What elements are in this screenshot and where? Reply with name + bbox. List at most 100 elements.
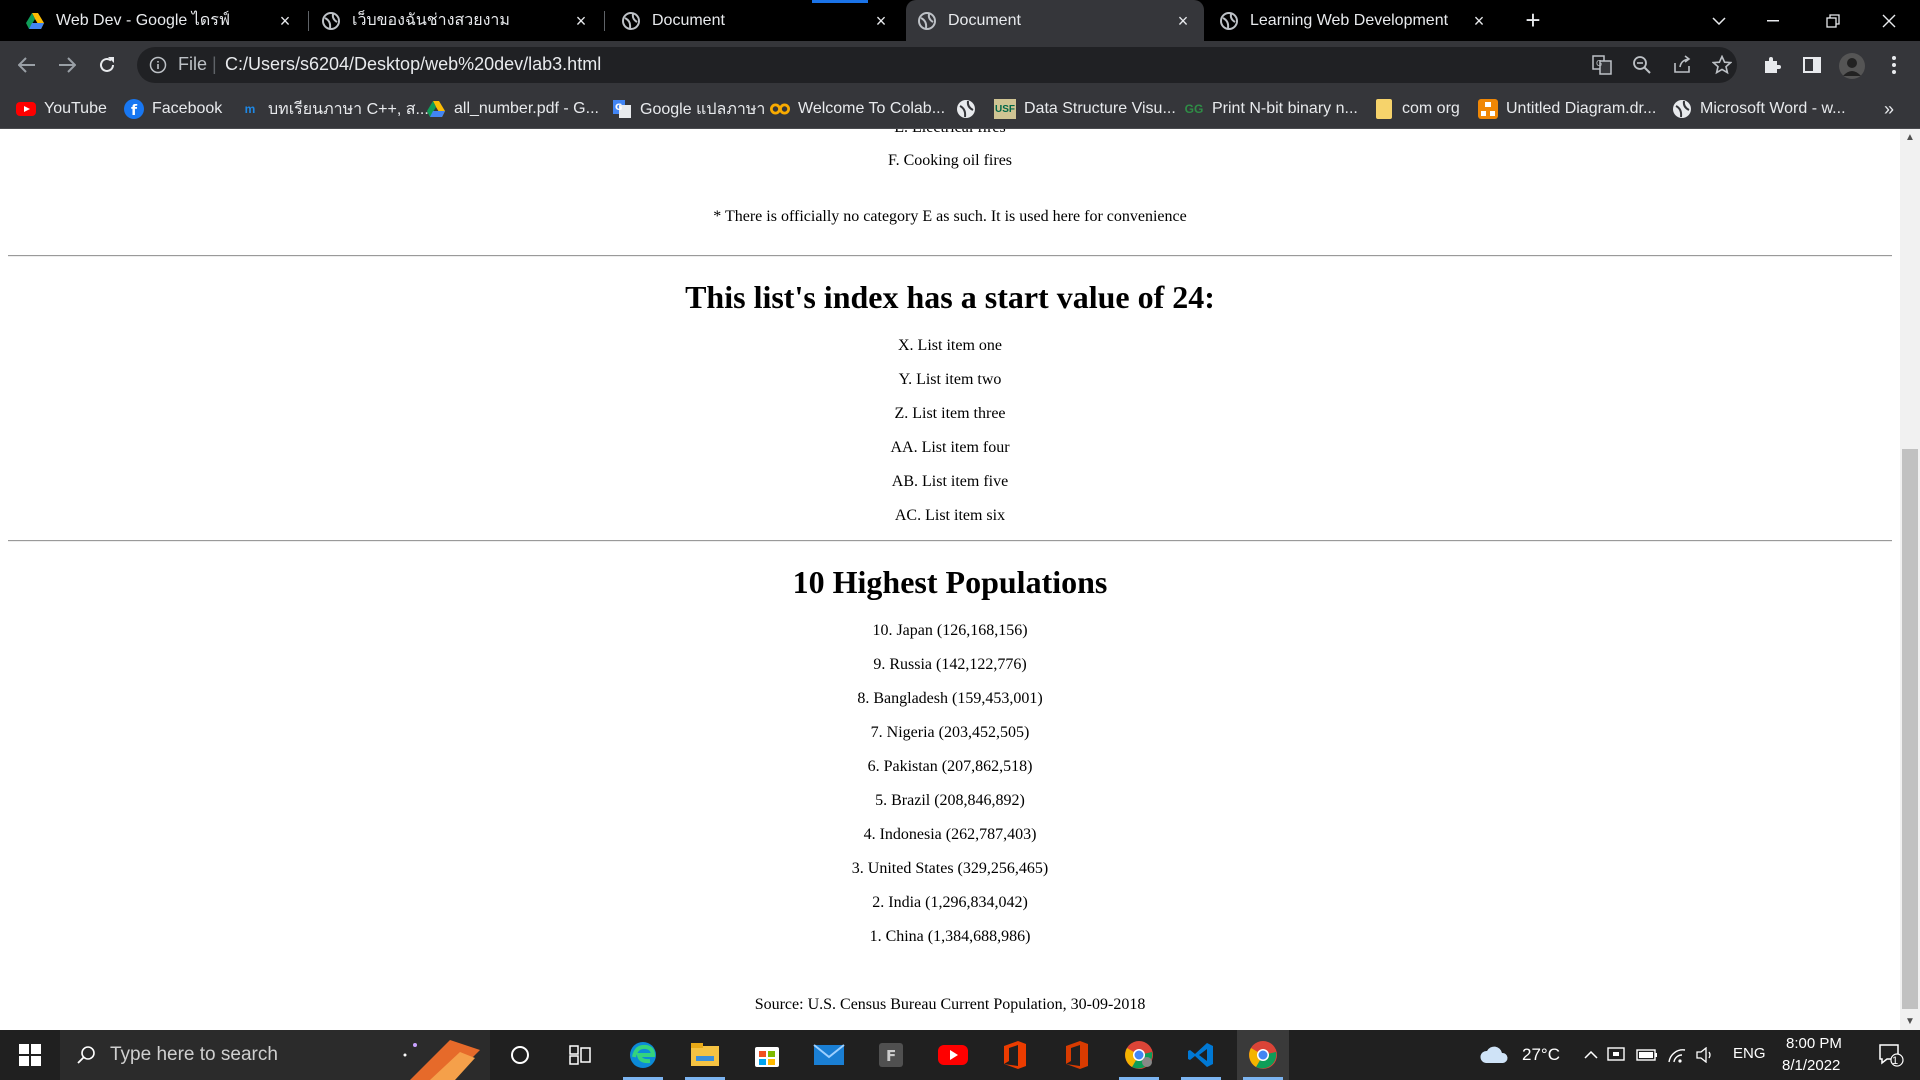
- task-view-button[interactable]: [494, 1030, 546, 1080]
- globe-icon: [956, 99, 976, 119]
- globe-icon: [918, 11, 936, 30]
- restore-button[interactable]: [1810, 0, 1856, 41]
- task-view-button-2[interactable]: [554, 1030, 606, 1080]
- bookmark-youtube[interactable]: YouTube: [16, 89, 107, 129]
- device-icon: [1607, 1047, 1625, 1061]
- list-item: 3. United States (329,256,465): [851, 860, 1049, 877]
- tab-search-button[interactable]: [1696, 0, 1742, 41]
- share-icon[interactable]: [1672, 55, 1692, 75]
- zoom-icon[interactable]: [1632, 55, 1652, 75]
- close-icon[interactable]: ×: [1470, 12, 1488, 30]
- bookmark-label: Facebook: [152, 100, 223, 117]
- clock-date[interactable]: 8/1/2022: [1782, 1057, 1840, 1074]
- close-icon[interactable]: ×: [572, 12, 590, 30]
- bookmark-all-number[interactable]: all_number.pdf - G...: [426, 89, 599, 129]
- bookmark-microsoft-word[interactable]: Microsoft Word - w...: [1672, 89, 1846, 129]
- avatar[interactable]: [1838, 52, 1866, 80]
- scrollbar-thumb[interactable]: [1902, 449, 1918, 1009]
- store-app[interactable]: [741, 1030, 793, 1080]
- bookmark-facebook[interactable]: f Facebook: [124, 89, 222, 129]
- list-item: 7. Nigeria (203,452,505): [870, 724, 1030, 741]
- volume[interactable]: [1692, 1030, 1718, 1080]
- tab-learning-web-dev[interactable]: Learning Web Development ×: [1208, 0, 1500, 41]
- app-f-icon: F: [879, 1043, 903, 1067]
- list-item: 6. Pakistan (207,862,518): [867, 758, 1033, 775]
- notification-center[interactable]: 1: [1866, 1030, 1916, 1080]
- page-scrollbar[interactable]: ▲ ▼: [1900, 129, 1920, 1030]
- tab-title: Document: [948, 11, 1021, 29]
- task-view-icon: [569, 1045, 591, 1065]
- close-icon[interactable]: ×: [1174, 12, 1192, 30]
- app-f[interactable]: F: [865, 1030, 917, 1080]
- bookmark-print-binary[interactable]: GG Print N-bit binary n...: [1184, 89, 1358, 129]
- show-hidden-icons[interactable]: [1580, 1030, 1602, 1080]
- file-explorer-app[interactable]: [679, 1030, 731, 1080]
- list-item: AB. List item five: [891, 473, 1009, 490]
- start-button[interactable]: [4, 1030, 56, 1080]
- office-alt-app[interactable]: [1051, 1030, 1103, 1080]
- info-icon[interactable]: [148, 55, 168, 75]
- scroll-up-icon[interactable]: ▲: [1900, 129, 1920, 146]
- tab-document-1[interactable]: Document ×: [610, 0, 902, 41]
- drawio-icon: [1478, 99, 1498, 119]
- bookmarks-bar: YouTube f Facebook m บทเรียนภาษา C++, ส.…: [0, 89, 1920, 129]
- reload-icon: [100, 57, 114, 72]
- bookmark-star-icon[interactable]: [1712, 55, 1732, 75]
- bookmarks-overflow-button[interactable]: »: [1884, 89, 1894, 129]
- address-url[interactable]: C:/Users/s6204/Desktop/web%20dev/lab3.ht…: [225, 54, 601, 75]
- weather-temp[interactable]: 27°C: [1522, 1045, 1560, 1065]
- google-translate-icon: G: [612, 99, 632, 119]
- menu-icon[interactable]: [1884, 55, 1904, 75]
- taskbar-search-box[interactable]: Type here to search: [60, 1030, 490, 1080]
- mail-app[interactable]: [803, 1030, 855, 1080]
- battery[interactable]: [1634, 1030, 1660, 1080]
- back-button[interactable]: [13, 51, 41, 79]
- edge-app[interactable]: [617, 1030, 669, 1080]
- office-app[interactable]: [989, 1030, 1041, 1080]
- scroll-down-icon[interactable]: ▼: [1900, 1013, 1920, 1030]
- list-item: 10. Japan (126,168,156): [872, 622, 1028, 639]
- language-indicator[interactable]: ENG: [1733, 1045, 1766, 1062]
- extensions-icon[interactable]: [1762, 55, 1782, 75]
- list-item: 1. China (1,384,688,986): [869, 928, 1031, 945]
- translate-icon[interactable]: G: [1592, 55, 1612, 75]
- edge-icon: [630, 1042, 656, 1068]
- bookmark-globe[interactable]: [956, 89, 984, 129]
- bookmark-marcuscode[interactable]: m บทเรียนภาษา C++, ส...: [240, 89, 429, 129]
- bookmark-label: all_number.pdf - G...: [454, 100, 599, 117]
- chrome-app[interactable]: [1113, 1030, 1165, 1080]
- bookmark-label: Google แปลภาษา: [640, 100, 766, 118]
- clock-time[interactable]: 8:00 PM: [1786, 1035, 1842, 1052]
- tab-title: Web Dev - Google ไดรฟ์: [56, 12, 231, 29]
- close-window-button[interactable]: [1866, 0, 1912, 41]
- speaker-icon: [1696, 1047, 1711, 1063]
- network[interactable]: [1664, 1030, 1690, 1080]
- youtube-icon: [16, 99, 36, 119]
- bookmark-label: com org: [1402, 100, 1460, 117]
- new-tab-button[interactable]: +: [1520, 7, 1546, 34]
- youtube-app[interactable]: [927, 1030, 979, 1080]
- bookmark-untitled-diagram[interactable]: Untitled Diagram.dr...: [1478, 89, 1656, 129]
- vscode-app[interactable]: [1175, 1030, 1227, 1080]
- cloud-icon: [1480, 1046, 1508, 1063]
- list-item: 9. Russia (142,122,776): [873, 656, 1027, 673]
- list-item: 2. India (1,296,834,042): [872, 894, 1028, 911]
- weather-widget[interactable]: [1476, 1030, 1512, 1080]
- bookmark-colab[interactable]: Welcome To Colab...: [770, 89, 945, 129]
- forward-button[interactable]: [53, 51, 81, 79]
- bookmark-data-structure[interactable]: USF Data Structure Visu...: [994, 89, 1176, 129]
- close-icon[interactable]: ×: [276, 12, 294, 30]
- bookmark-com-org[interactable]: com org: [1374, 89, 1460, 129]
- chrome-active-app[interactable]: [1237, 1030, 1289, 1080]
- close-icon[interactable]: ×: [872, 12, 890, 30]
- list-item: F. Cooking oil fires: [887, 152, 1013, 169]
- reload-button[interactable]: [93, 51, 121, 79]
- tab-web-dev-drive[interactable]: Web Dev - Google ไดรฟ์ ×: [14, 0, 306, 41]
- minimize-button[interactable]: [1750, 0, 1796, 41]
- bookmark-label: Microsoft Word - w...: [1700, 100, 1846, 117]
- tab-thai-site[interactable]: เว็บของฉันช่างสวยงาม ×: [310, 0, 602, 41]
- side-panel-icon[interactable]: [1802, 55, 1822, 75]
- tab-document-active[interactable]: Document ×: [906, 0, 1204, 41]
- bookmark-google-translate[interactable]: G Google แปลภาษา: [612, 89, 765, 129]
- meet-now[interactable]: [1604, 1030, 1630, 1080]
